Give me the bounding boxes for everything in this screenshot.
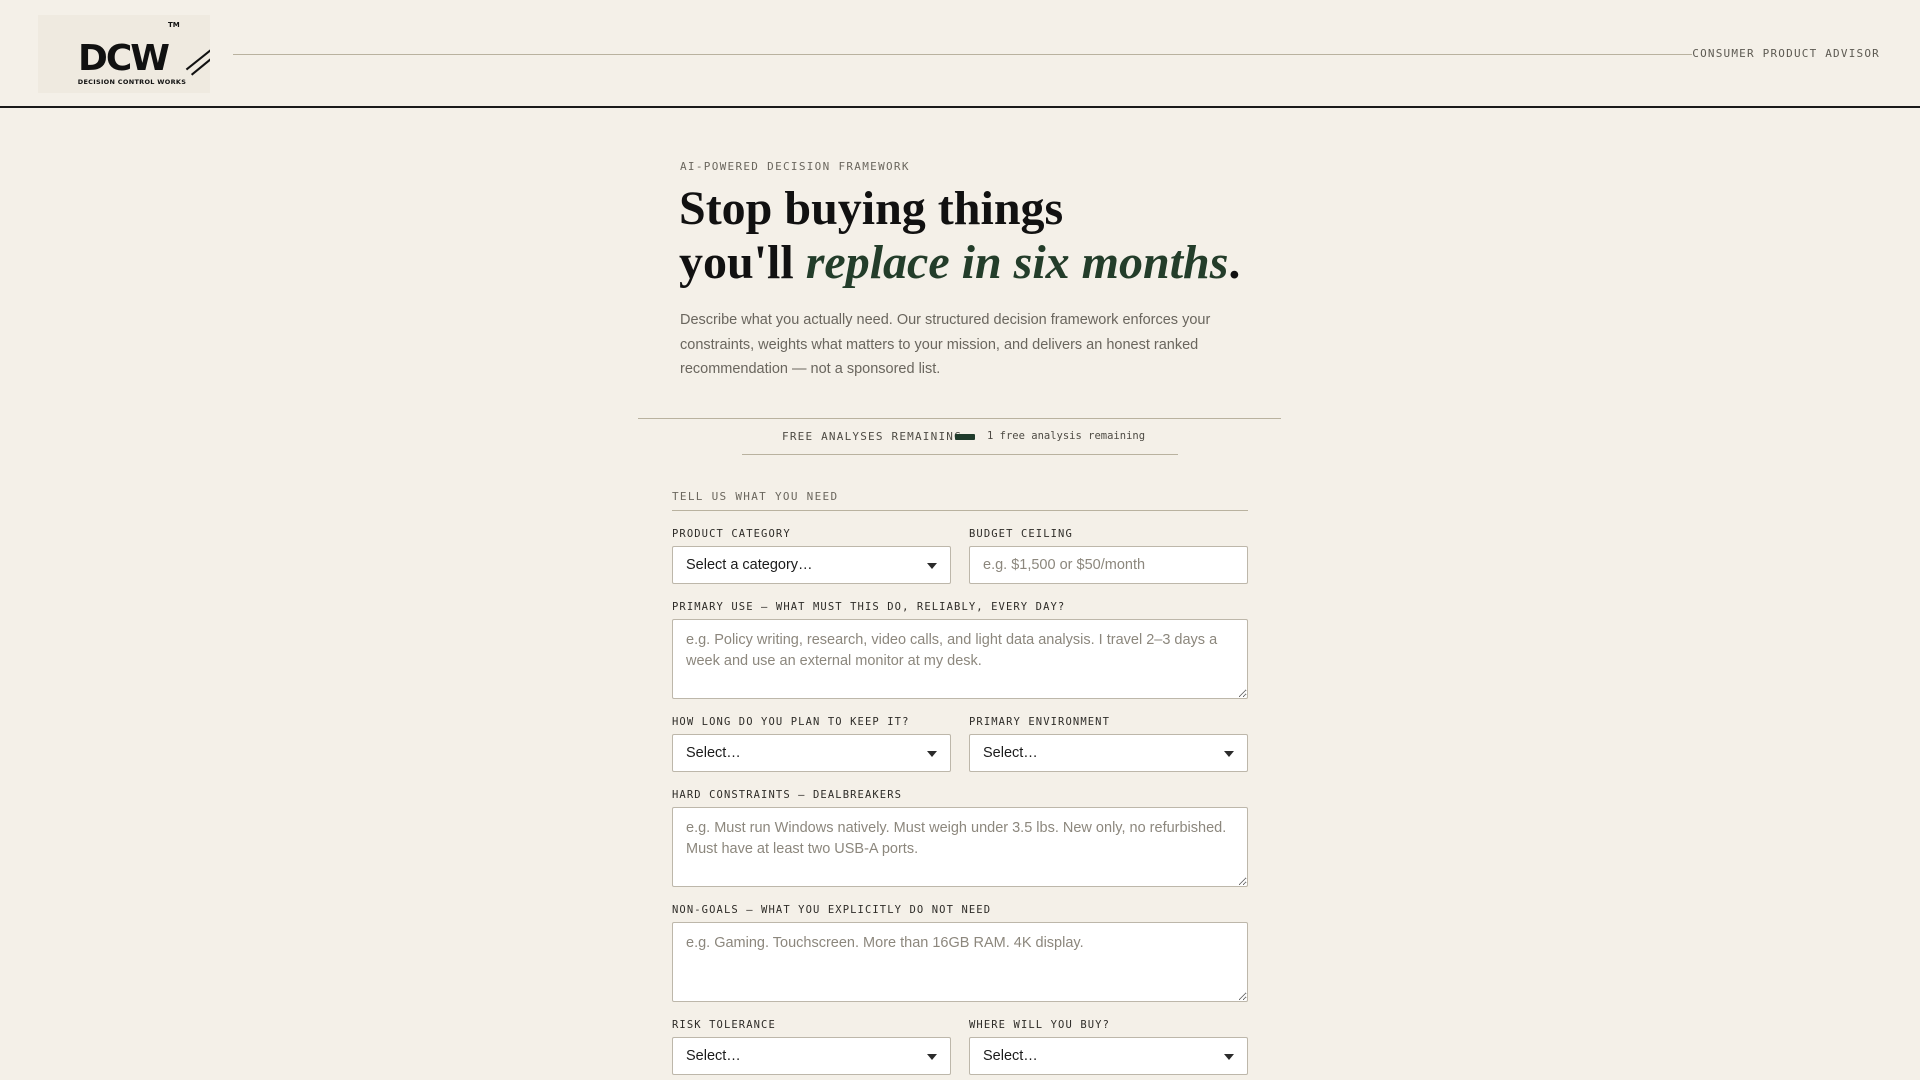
site-header: DCW TM DECISION CONTROL WORKS CONSUMER P… [0,0,1920,108]
quota-label: FREE ANALYSES REMAINING [782,430,962,443]
keep-duration-select-value: Select… [686,745,741,761]
budget-input[interactable] [969,546,1248,584]
budget-label: BUDGET CEILING [969,528,1073,540]
hard-constraints-textarea[interactable] [672,807,1248,887]
quota-meter-fill [955,434,975,440]
primary-use-textarea[interactable] [672,619,1248,699]
risk-tolerance-select-value: Select… [686,1048,741,1064]
non-goals-label: NON-GOALS — WHAT YOU EXPLICITLY DO NOT N… [672,904,992,916]
logo[interactable]: DCW TM DECISION CONTROL WORKS [38,15,210,93]
keep-duration-label: HOW LONG DO YOU PLAN TO KEEP IT? [672,716,910,728]
chevron-down-icon [927,751,937,757]
risk-tolerance-select[interactable]: Select… [672,1037,951,1075]
chevron-down-icon [1224,1054,1234,1060]
form-section-label: TELL US WHAT YOU NEED [672,490,839,503]
form-section-divider [672,510,1248,511]
primary-use-label: PRIMARY USE — WHAT MUST THIS DO, RELIABL… [672,601,1066,613]
chevron-down-icon [927,563,937,569]
headline-line-1: Stop buying things [679,182,1064,235]
trademark-mark: TM [168,21,180,29]
environment-select[interactable]: Select… [969,734,1248,772]
hero-intro: Describe what you actually need. Our str… [680,312,1211,377]
logo-subtitle: DECISION CONTROL WORKS [77,78,187,86]
logo-wordmark: DCW [78,38,170,79]
quota-meter [955,434,975,440]
headline-line-2-plain: you'll [679,236,806,289]
header-tagline: CONSUMER PRODUCT ADVISOR [1692,47,1880,60]
where-buy-select-value: Select… [983,1048,1038,1064]
environment-select-value: Select… [983,745,1038,761]
headline-accent: replace in six months [805,236,1229,289]
header-divider [233,54,1692,55]
quota-remaining-text: 1 free analysis remaining [987,430,1146,442]
keep-duration-select[interactable]: Select… [672,734,951,772]
risk-tolerance-label: RISK TOLERANCE [672,1019,776,1031]
environment-label: PRIMARY ENVIRONMENT [969,716,1111,728]
hard-constraints-label: HARD CONSTRAINTS — DEALBREAKERS [672,789,903,801]
where-buy-select[interactable]: Select… [969,1037,1248,1075]
quota-divider-bottom [742,454,1178,455]
hero-eyebrow: AI-POWERED DECISION FRAMEWORK [680,160,910,173]
category-select[interactable]: Select a category… [672,546,951,584]
quota-divider-top [638,418,1281,419]
chevron-down-icon [1224,751,1234,757]
category-select-value: Select a category… [686,557,813,573]
where-buy-label: WHERE WILL YOU BUY? [969,1019,1111,1031]
headline-period: . [1228,236,1241,289]
hero-headline: Stop buying things you'll replace in six… [679,182,1299,290]
non-goals-textarea[interactable] [672,922,1248,1002]
category-label: PRODUCT CATEGORY [672,528,791,540]
chevron-down-icon [927,1054,937,1060]
